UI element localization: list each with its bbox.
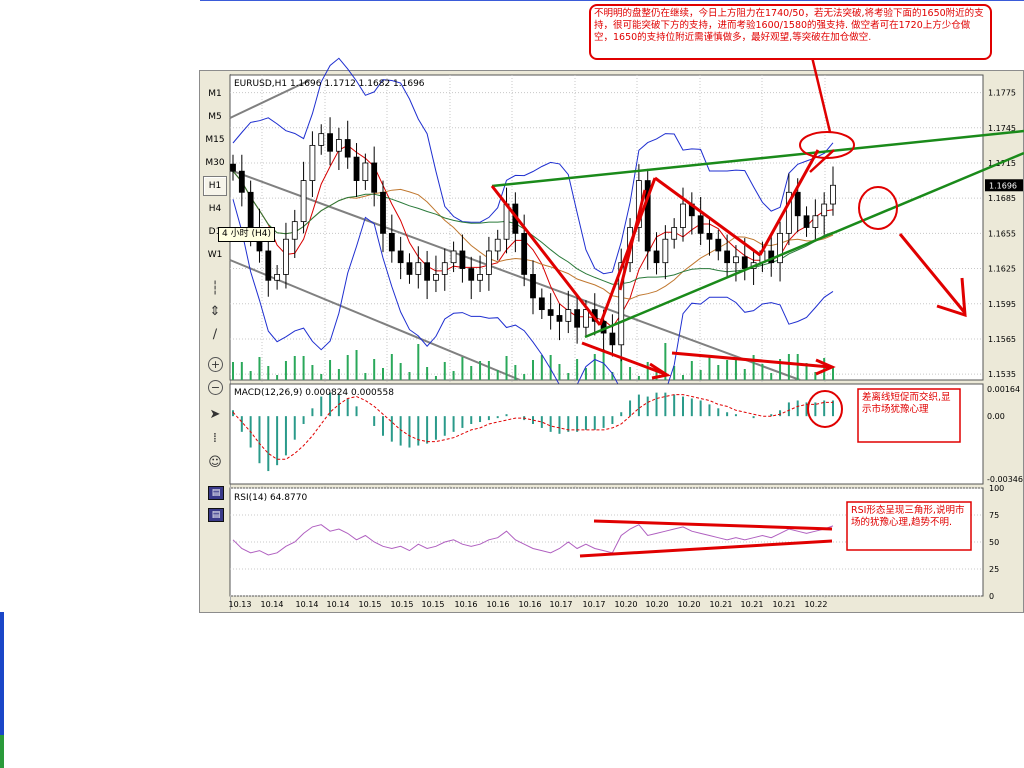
time-axis-label: 10.14: [327, 600, 350, 609]
time-axis-label: 10.16: [519, 600, 542, 609]
candle-body: [238, 170, 245, 193]
candle-body: [830, 184, 836, 205]
time-axis-label: 10.20: [646, 600, 669, 609]
candle-body: [344, 139, 351, 158]
rsi-tick-label: 75: [989, 511, 999, 520]
candle-body: [706, 232, 713, 240]
candle-body: [441, 262, 448, 275]
candle-body: [556, 315, 563, 322]
candle-body: [547, 309, 554, 316]
time-axis-label: 10.21: [710, 600, 733, 609]
time-axis-label: 10.13: [229, 600, 252, 609]
chart-canvas: 1.17751.17451.17151.16851.16551.16251.15…: [229, 4, 1024, 609]
candle-body: [477, 274, 483, 281]
candle-body: [521, 232, 528, 275]
candle-body: [433, 274, 439, 281]
candle-body: [803, 215, 810, 228]
rsi-title: RSI(14) 64.8770: [234, 493, 307, 503]
price-tick-label: 1.1535: [988, 370, 1016, 379]
candle-body: [424, 262, 431, 281]
price-tick-label: 1.1655: [988, 229, 1016, 238]
rsi-tick-label: 50: [989, 538, 999, 547]
candle-body: [327, 133, 333, 152]
candle-body: [494, 238, 501, 252]
time-axis-label: 10.17: [583, 600, 606, 609]
time-axis-label: 10.15: [391, 600, 414, 609]
candle-body: [812, 215, 819, 228]
time-axis-label: 10.17: [550, 600, 573, 609]
candle-body: [300, 180, 307, 223]
candle-body: [415, 262, 422, 275]
rsi-tick-label: 25: [989, 565, 999, 574]
price-tick-label: 1.1565: [988, 335, 1016, 344]
time-axis-label: 10.20: [678, 600, 701, 609]
candle-body: [565, 309, 572, 322]
candle-body: [283, 238, 289, 275]
candle-body: [741, 256, 748, 269]
candle-body: [530, 274, 536, 299]
candle-body: [680, 203, 686, 228]
candle-body: [697, 215, 704, 234]
candle-body: [485, 250, 492, 275]
rsi-tick-label: 0: [989, 592, 994, 601]
candle-body: [538, 297, 545, 311]
macd-tick-label: 0.00: [987, 412, 1005, 421]
candle-body: [821, 203, 828, 217]
annotation-rsi-text: RSI形态呈现三角形,说明市场的犹豫心理,趋势不明.: [851, 505, 965, 528]
candle-body: [371, 162, 378, 193]
candle-body: [291, 221, 298, 240]
time-axis-label: 10.15: [422, 600, 445, 609]
candle-body: [733, 256, 739, 264]
candle-body: [609, 332, 616, 346]
candle-body: [468, 268, 475, 281]
time-axis-label: 10.22: [805, 600, 828, 609]
candle-body: [362, 162, 369, 181]
main-chart-title: EURUSD,H1 1.1696 1.1712 1.1682 1.1696: [234, 79, 425, 89]
time-axis-label: 10.21: [741, 600, 764, 609]
candle-body: [574, 309, 581, 328]
candle-body: [247, 191, 254, 228]
price-tick-label: 1.1625: [988, 265, 1016, 274]
candle-body: [724, 250, 731, 264]
current-price-label: 1.1696: [989, 181, 1017, 190]
candle-body: [715, 238, 722, 252]
time-axis-label: 10.16: [487, 600, 510, 609]
candle-body: [380, 191, 386, 234]
price-tick-label: 1.1685: [988, 194, 1016, 203]
candle-body: [662, 238, 669, 264]
price-tick-label: 1.1595: [988, 300, 1016, 309]
annotation-top-text: 不明明的盘整仍在继续，今日上方阻力在1740/50，若无法突破,将考验下面的16…: [594, 8, 984, 43]
time-axis-label: 10.15: [359, 600, 382, 609]
timeframe-tooltip: 4 小时 (H4): [218, 227, 275, 242]
candle-body: [459, 250, 466, 269]
candle-body: [450, 250, 457, 264]
time-axis-label: 10.14: [261, 600, 284, 609]
macd-tick-label: 0.00164: [987, 385, 1020, 394]
candle-body: [388, 232, 395, 252]
time-axis-label: 10.16: [455, 600, 478, 609]
candle-body: [274, 274, 281, 281]
candle-body: [353, 156, 360, 181]
candle-body: [318, 133, 325, 146]
candle-body: [335, 139, 342, 152]
candle-body: [653, 250, 660, 264]
rsi-tick-label: 100: [989, 484, 1004, 493]
price-tick-label: 1.1775: [988, 89, 1016, 98]
macd-title: MACD(12,26,9) 0.000824 0.000558: [234, 388, 394, 398]
candle-body: [777, 232, 783, 264]
candle-body: [671, 227, 678, 240]
time-axis-label: 10.14: [296, 600, 319, 609]
macd-tick-label: -0.00346: [987, 475, 1023, 484]
candle-body: [397, 250, 404, 264]
candle-body: [406, 262, 413, 275]
candle-body: [583, 309, 589, 328]
candle-body: [794, 191, 801, 217]
candle-body: [309, 144, 316, 181]
time-axis-label: 10.21: [773, 600, 796, 609]
candle-body: [265, 250, 272, 281]
time-axis-label: 10.20: [615, 600, 638, 609]
candle-body: [230, 163, 236, 172]
annotation-macd-text: 差离线短促而交织,显示市场犹豫心理: [862, 392, 951, 415]
